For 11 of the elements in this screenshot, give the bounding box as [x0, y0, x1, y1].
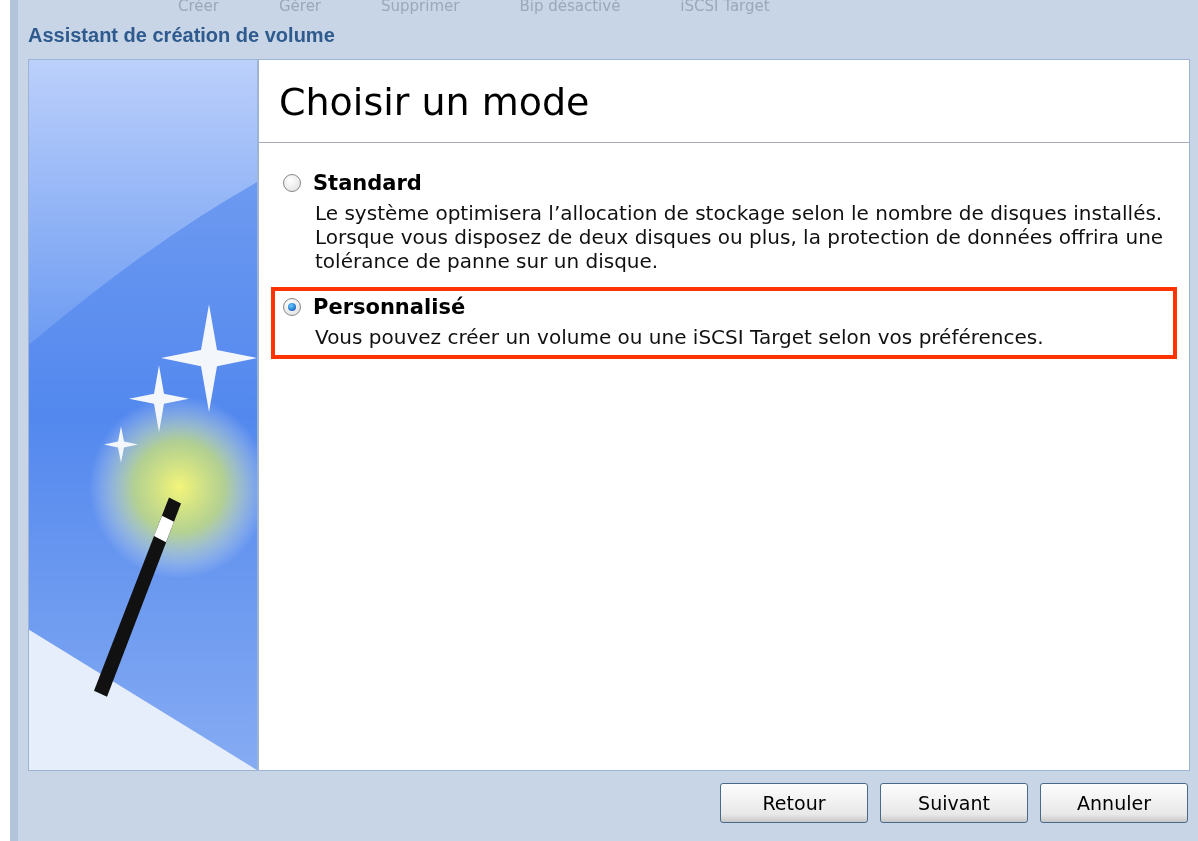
- radio-button[interactable]: [283, 174, 301, 192]
- dialog-button[interactable]: Annuler: [1040, 783, 1188, 823]
- option-label[interactable]: Standard: [313, 171, 422, 195]
- option-label[interactable]: Personnalisé: [313, 295, 466, 319]
- page-heading: Choisir un mode: [259, 60, 1189, 143]
- option-description: Vous pouvez créer un volume ou une iSCSI Target selon vos préférences.: [315, 325, 1045, 349]
- dialog-title: Assistant de création de volume: [28, 23, 336, 48]
- option-description: Le système optimisera l’allocation de stockage selon le nombre de disques installés. Lorsque vous disposez de deux disques ou plus, la protection de données offrira une tolérance de panne sur un disque.: [315, 201, 1165, 273]
- dialog-button[interactable]: Retour: [720, 783, 868, 823]
- radio-button[interactable]: [283, 298, 301, 316]
- dialog-button[interactable]: Suivant: [880, 783, 1028, 823]
